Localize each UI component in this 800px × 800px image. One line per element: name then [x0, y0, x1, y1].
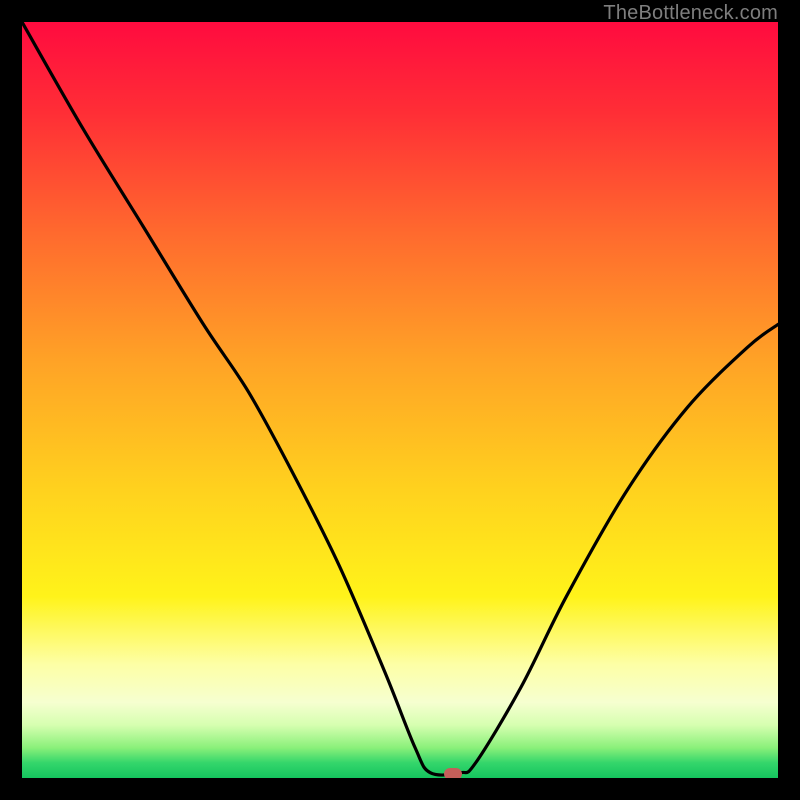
plot-area [22, 22, 778, 778]
optimal-marker [444, 768, 462, 778]
bottleneck-curve [22, 22, 778, 778]
chart-frame: TheBottleneck.com [0, 0, 800, 800]
